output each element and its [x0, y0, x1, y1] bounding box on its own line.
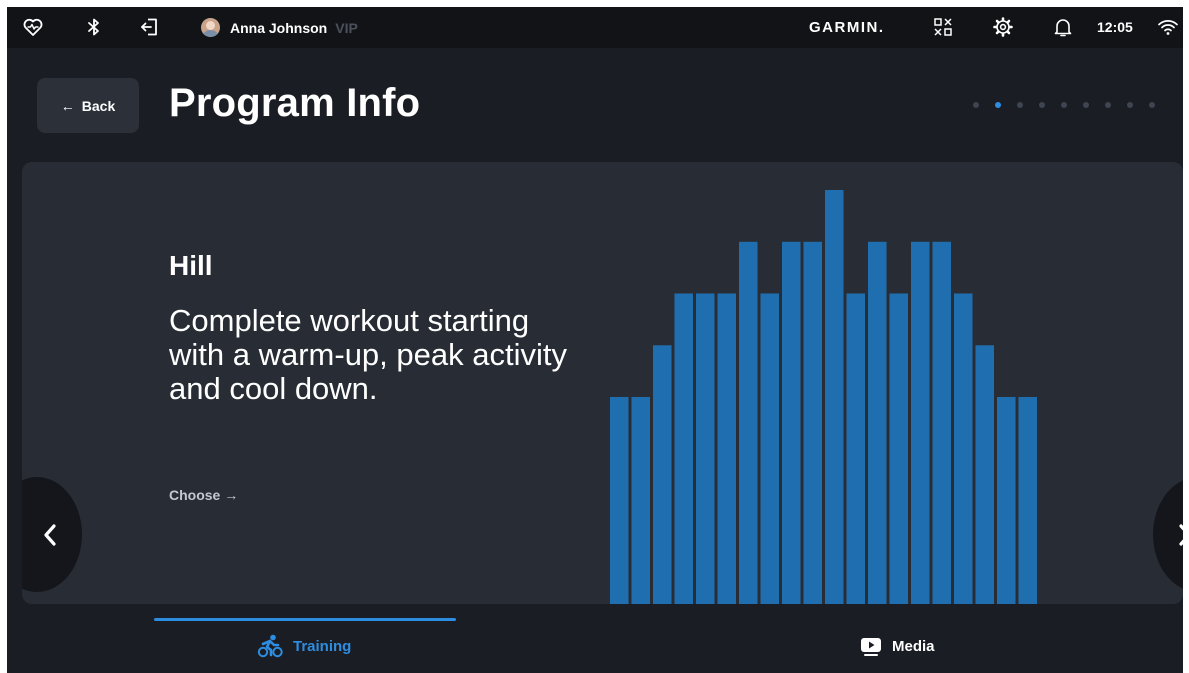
pager-dot[interactable]	[1061, 102, 1067, 108]
pager-dot[interactable]	[973, 102, 979, 108]
user-profile[interactable]: Anna Johnson VIP	[201, 7, 358, 48]
heart-pulse-icon[interactable]	[22, 16, 44, 38]
intensity-bar	[739, 241, 758, 604]
tab-media[interactable]: Media	[860, 634, 935, 658]
qr-code-icon[interactable]	[932, 16, 954, 38]
app-screen: Anna Johnson VIP GARMIN. 12:05 ← Back Pr…	[7, 7, 1183, 673]
intensity-bar	[911, 241, 930, 604]
pager-dot[interactable]	[1017, 102, 1023, 108]
chevron-right-icon	[1179, 523, 1183, 546]
page-indicator[interactable]	[973, 102, 1171, 108]
bluetooth-icon[interactable]	[83, 16, 105, 38]
program-description: Complete workout starting with a warm-up…	[169, 303, 567, 406]
intensity-bar	[954, 293, 973, 604]
logout-icon[interactable]	[139, 16, 161, 38]
intensity-bar	[782, 241, 801, 604]
wifi-icon[interactable]	[1157, 16, 1179, 38]
intensity-bar	[846, 293, 865, 604]
intensity-bar	[932, 241, 951, 604]
intensity-bar	[717, 293, 736, 604]
choose-label: Choose	[169, 487, 221, 503]
user-badge: VIP	[335, 19, 358, 36]
chevron-left-icon	[44, 523, 56, 546]
clock: 12:05	[1097, 19, 1133, 35]
pager-dot[interactable]	[1127, 102, 1133, 108]
intensity-bar	[825, 190, 844, 604]
pager-dot[interactable]	[1083, 102, 1089, 108]
intensity-bar	[674, 293, 693, 604]
brand-logo: GARMIN.	[809, 19, 885, 36]
user-name: Anna Johnson	[230, 19, 328, 36]
pager-dot[interactable]	[995, 102, 1001, 108]
status-bar: Anna Johnson VIP GARMIN. 12:05	[7, 7, 1183, 48]
back-button[interactable]: ← Back	[37, 78, 139, 133]
intensity-bar	[868, 241, 887, 604]
intensity-bar	[889, 293, 908, 604]
intensity-bar	[1018, 397, 1037, 604]
play-icon	[861, 638, 881, 656]
intensity-bar	[760, 293, 779, 604]
choose-button[interactable]: Choose →	[169, 487, 238, 503]
intensity-bar	[653, 345, 672, 604]
previous-program-button[interactable]	[22, 477, 82, 592]
cycling-icon	[257, 634, 283, 658]
intensity-bar	[631, 397, 650, 604]
gear-icon[interactable]	[992, 16, 1014, 38]
next-program-button[interactable]	[1153, 477, 1183, 592]
intensity-bar	[696, 293, 715, 604]
tab-media-label: Media	[892, 637, 935, 655]
pager-dot[interactable]	[1149, 102, 1155, 108]
arrow-right-icon: →	[224, 487, 239, 503]
pager-dot[interactable]	[1039, 102, 1045, 108]
active-tab-indicator	[154, 618, 456, 621]
arrow-left-icon: ←	[60, 97, 75, 114]
avatar	[201, 18, 220, 37]
pager-dot[interactable]	[1105, 102, 1111, 108]
page-title: Program Info	[169, 81, 421, 125]
intensity-bar	[803, 241, 822, 604]
tab-training[interactable]: Training	[257, 634, 351, 658]
bottom-nav: Training Media	[7, 618, 1183, 673]
program-profile-chart	[610, 190, 1037, 604]
intensity-bar	[975, 345, 994, 604]
back-label: Back	[81, 97, 116, 114]
tab-training-label: Training	[293, 637, 352, 655]
program-card: Hill Complete workout starting with a wa…	[22, 162, 1183, 604]
intensity-bar	[997, 397, 1016, 604]
intensity-bar	[610, 397, 629, 604]
bell-icon[interactable]	[1052, 16, 1074, 38]
program-name: Hill	[169, 250, 213, 281]
